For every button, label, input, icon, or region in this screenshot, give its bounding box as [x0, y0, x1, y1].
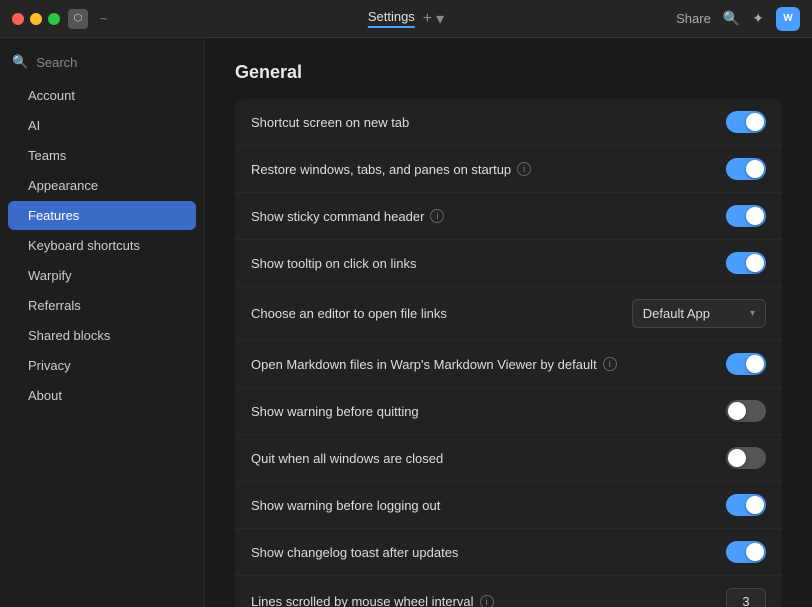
sidebar-item-warpify[interactable]: Warpify	[8, 261, 196, 290]
sidebar-item-ai[interactable]: AI	[8, 111, 196, 140]
new-tab-button[interactable]: + ▾	[423, 9, 444, 29]
titlebar-right: Share 🔍 ✦ W	[676, 7, 800, 31]
general-section-title: General	[235, 62, 782, 83]
toggle-switch[interactable]	[726, 353, 766, 375]
setting-label: Restore windows, tabs, and panes on star…	[251, 162, 726, 177]
toggle-switch[interactable]	[726, 541, 766, 563]
setting-row-editor-links: Choose an editor to open file linksDefau…	[235, 287, 782, 341]
sidebar-item-appearance[interactable]: Appearance	[8, 171, 196, 200]
setting-label: Open Markdown files in Warp's Markdown V…	[251, 357, 726, 372]
main-content: 🔍 AccountAITeamsAppearanceFeaturesKeyboa…	[0, 38, 812, 607]
sidebar-item-privacy[interactable]: Privacy	[8, 351, 196, 380]
sidebar-item-account[interactable]: Account	[8, 81, 196, 110]
titlebar: ⬡ ~ Settings + ▾ Share 🔍 ✦ W	[0, 0, 812, 38]
info-icon[interactable]: i	[517, 162, 531, 176]
search-button[interactable]: 🔍	[723, 10, 740, 27]
sidebar-item-features[interactable]: Features	[8, 201, 196, 230]
toggle-switch[interactable]	[726, 447, 766, 469]
search-input[interactable]	[36, 55, 192, 70]
toggle-switch[interactable]	[726, 111, 766, 133]
toggle-switch[interactable]	[726, 400, 766, 422]
setting-row-quit-windows: Quit when all windows are closed	[235, 435, 782, 482]
titlebar-left: ⬡ ~	[12, 9, 108, 29]
setting-row-warning-quit: Show warning before quitting	[235, 388, 782, 435]
sidebar-item-about[interactable]: About	[8, 381, 196, 410]
setting-row-markdown-viewer: Open Markdown files in Warp's Markdown V…	[235, 341, 782, 388]
sidebar-nav: AccountAITeamsAppearanceFeaturesKeyboard…	[0, 81, 204, 410]
sidebar-item-teams[interactable]: Teams	[8, 141, 196, 170]
warp-icon: W	[776, 7, 800, 31]
editor-dropdown[interactable]: Default App▾	[632, 299, 766, 328]
search-container: 🔍	[0, 48, 204, 80]
app-icon: ⬡	[68, 9, 88, 29]
titlebar-center: Settings + ▾	[368, 9, 444, 29]
sidebar-item-keyboard-shortcuts[interactable]: Keyboard shortcuts	[8, 231, 196, 260]
ai-button[interactable]: ✦	[752, 10, 764, 27]
setting-row-changelog-toast: Show changelog toast after updates	[235, 529, 782, 576]
info-icon[interactable]: i	[480, 595, 494, 607]
setting-label: Show sticky command headeri	[251, 209, 726, 224]
search-icon: 🔍	[12, 54, 28, 70]
sidebar: 🔍 AccountAITeamsAppearanceFeaturesKeyboa…	[0, 38, 205, 607]
sidebar-item-shared-blocks[interactable]: Shared blocks	[8, 321, 196, 350]
setting-row-restore-windows: Restore windows, tabs, and panes on star…	[235, 146, 782, 193]
setting-row-sticky-header: Show sticky command headeri	[235, 193, 782, 240]
setting-row-shortcut-screen: Shortcut screen on new tab	[235, 99, 782, 146]
setting-row-tooltip-links: Show tooltip on click on links	[235, 240, 782, 287]
info-icon[interactable]: i	[603, 357, 617, 371]
setting-row-warning-logout: Show warning before logging out	[235, 482, 782, 529]
setting-label: Quit when all windows are closed	[251, 451, 726, 466]
setting-label: Show tooltip on click on links	[251, 256, 726, 271]
traffic-lights	[12, 13, 60, 25]
toggle-switch[interactable]	[726, 494, 766, 516]
close-button[interactable]	[12, 13, 24, 25]
setting-label: Show changelog toast after updates	[251, 545, 726, 560]
window-title: Settings	[368, 9, 415, 28]
maximize-button[interactable]	[48, 13, 60, 25]
general-settings-group: Shortcut screen on new tab Restore window…	[235, 99, 782, 607]
minimize-button[interactable]	[30, 13, 42, 25]
info-icon[interactable]: i	[430, 209, 444, 223]
toggle-switch[interactable]	[726, 158, 766, 180]
setting-label: Shortcut screen on new tab	[251, 115, 726, 130]
toggle-switch[interactable]	[726, 252, 766, 274]
sidebar-item-referrals[interactable]: Referrals	[8, 291, 196, 320]
setting-row-mouse-wheel: Lines scrolled by mouse wheel intervali	[235, 576, 782, 607]
toggle-switch[interactable]	[726, 205, 766, 227]
content-area: General Shortcut screen on new tab Restor…	[205, 38, 812, 607]
chevron-down-icon: ▾	[750, 308, 755, 319]
share-button[interactable]: Share	[676, 11, 711, 26]
setting-label: Choose an editor to open file links	[251, 306, 632, 321]
path-label: ~	[100, 11, 108, 26]
setting-label: Show warning before quitting	[251, 404, 726, 419]
setting-label: Lines scrolled by mouse wheel intervali	[251, 594, 726, 607]
number-input[interactable]	[726, 588, 766, 607]
setting-label: Show warning before logging out	[251, 498, 726, 513]
